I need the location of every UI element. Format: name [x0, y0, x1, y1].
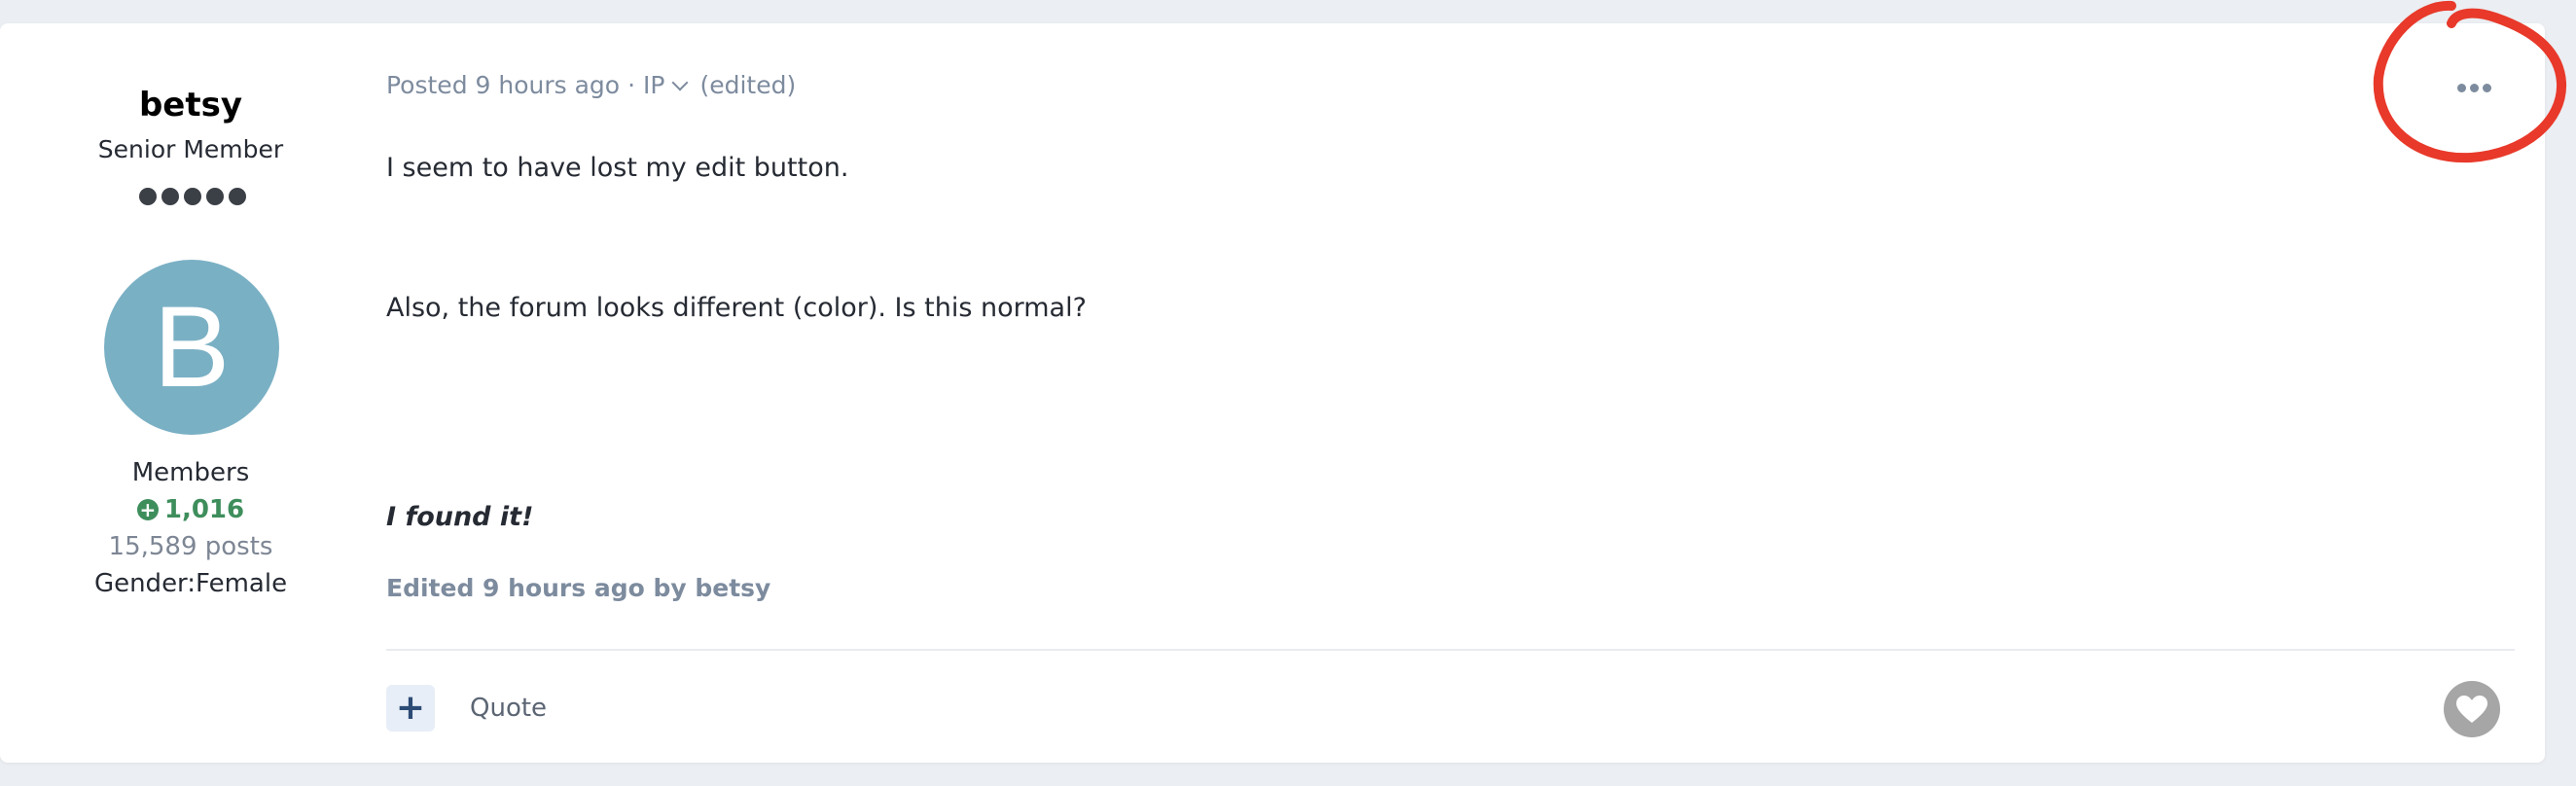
multiquote-button[interactable]: + [386, 685, 435, 732]
divider [386, 649, 2515, 651]
posted-time[interactable]: Posted 9 hours ago [386, 70, 620, 101]
ellipsis-icon [2457, 83, 2466, 92]
post-count: 15,589 posts [108, 532, 273, 561]
rank-pip [161, 188, 179, 205]
rank-pip [139, 188, 157, 205]
plus-circle-icon: + [136, 499, 159, 520]
meta-separator: · [627, 71, 636, 99]
member-title: Senior Member [97, 135, 284, 163]
heart-icon [2456, 696, 2487, 723]
post-menu-button[interactable] [2457, 80, 2492, 95]
reputation-count: 1,016 [163, 495, 245, 524]
rank-pip [206, 188, 224, 205]
chevron-down-icon[interactable] [671, 74, 689, 91]
ellipsis-icon [2483, 83, 2491, 92]
edited-indicator[interactable]: (edited) [699, 70, 796, 101]
like-button[interactable] [2444, 681, 2500, 737]
forum-post: betsy Senior Member B Members + 1,016 15… [0, 23, 2545, 763]
post-paragraph: I seem to have lost my edit button. [386, 153, 849, 183]
post-meta: Posted 9 hours ago · IP (edited) [386, 70, 796, 101]
ip-link[interactable]: IP [643, 70, 664, 101]
reputation-badge: + 1,016 [45, 494, 337, 525]
quote-button[interactable]: Quote [470, 693, 547, 724]
author-name[interactable]: betsy [45, 86, 337, 125]
avatar[interactable]: B [104, 260, 279, 435]
gender-field: Gender:Female [93, 569, 288, 598]
rank-pip [229, 188, 246, 205]
member-group: Members [131, 458, 250, 487]
ellipsis-icon [2470, 83, 2479, 92]
post-paragraph: I found it! [386, 502, 534, 532]
post-paragraph: Also, the forum looks different (color).… [386, 293, 1087, 323]
edited-note: Edited 9 hours ago by betsy [386, 574, 771, 602]
rank-pip [184, 188, 201, 205]
rank-pips [139, 188, 246, 205]
